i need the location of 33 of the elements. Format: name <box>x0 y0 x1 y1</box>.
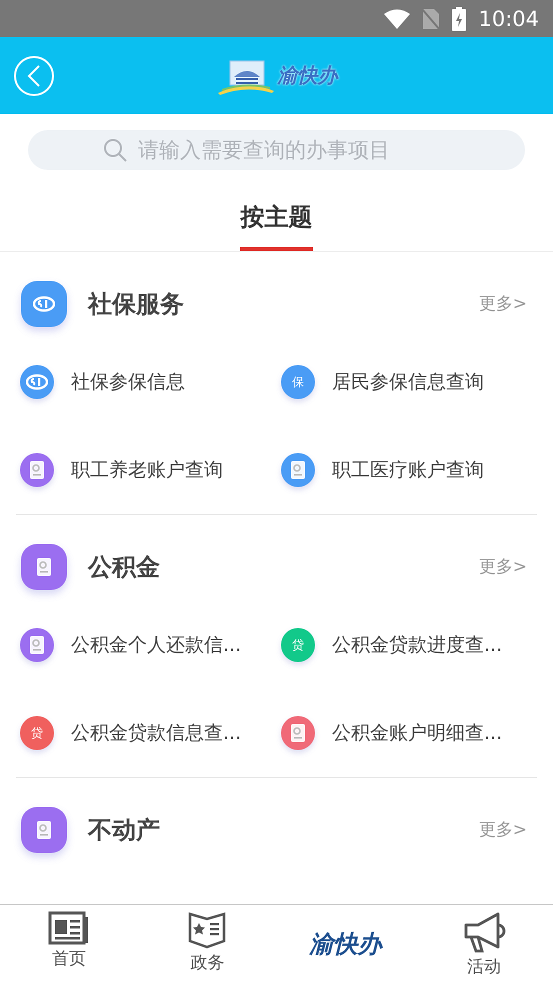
clock-time: 10:04 <box>478 6 539 30</box>
service-icon[interactable] <box>20 628 54 662</box>
topic-tab[interactable]: 按主题 <box>240 174 313 251</box>
service-item[interactable]: 公积金账户明细查... <box>332 720 502 746</box>
battery-charging-icon <box>452 6 466 30</box>
section-title: 公积金 <box>88 552 160 583</box>
chevron-left-icon <box>27 64 41 88</box>
newspaper-icon <box>48 911 90 945</box>
nav-tab[interactable]: 活动 <box>414 905 553 983</box>
service-icon[interactable] <box>281 453 315 487</box>
section-title: 社保服务 <box>88 289 184 320</box>
search-icon <box>103 138 127 162</box>
service-item[interactable]: 职工养老账户查询 <box>71 457 223 483</box>
back-button[interactable] <box>14 56 54 96</box>
book-star-icon <box>188 911 226 949</box>
app-logo-tab[interactable]: 渝快办 <box>276 905 415 983</box>
search-field[interactable]: 请输入需要查询的办事项目 <box>28 130 525 170</box>
section-title: 不动产 <box>88 815 160 846</box>
service-item[interactable]: 公积金个人还款信... <box>71 632 242 658</box>
no-sim-icon <box>422 8 440 30</box>
wifi-icon <box>384 8 410 28</box>
app-logo-text: 渝快办 <box>278 62 338 89</box>
nav-tab[interactable]: 政务 <box>138 905 276 983</box>
service-icon[interactable] <box>20 365 54 399</box>
megaphone-icon <box>462 911 506 953</box>
service-item[interactable]: 职工医疗账户查询 <box>332 457 484 483</box>
service-item[interactable]: 社保参保信息 <box>71 369 185 395</box>
service-icon[interactable] <box>20 453 54 487</box>
service-item[interactable]: 居民参保信息查询 <box>332 369 484 395</box>
nav-tab[interactable]: 首页 <box>0 905 138 983</box>
service-item[interactable]: 公积金贷款进度查... <box>332 632 502 658</box>
service-icon[interactable] <box>281 716 315 750</box>
service-item[interactable]: 公积金贷款信息查... <box>71 720 242 746</box>
